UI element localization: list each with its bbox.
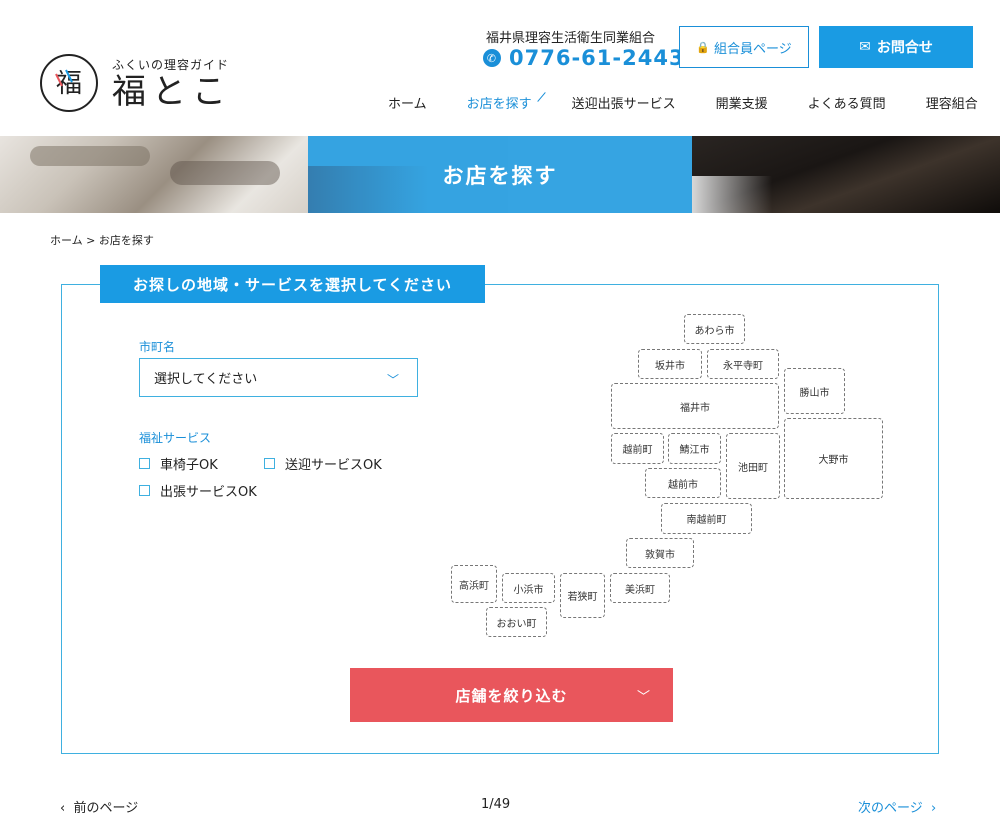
hero-banner: お店を探す <box>0 136 1000 213</box>
hero-image-right <box>692 136 1000 213</box>
map-area-minamiechizen[interactable]: 南越前町 <box>661 503 752 534</box>
map-area-mihama[interactable]: 美浜町 <box>610 573 670 603</box>
checkbox-label: 車椅子OK <box>160 458 218 473</box>
welfare-label: 福祉サービス <box>139 431 212 445</box>
member-page-label: 組合員ページ <box>713 41 792 57</box>
site-logo[interactable]: 福 ふくいの理容ガイド 福とこ <box>40 54 232 112</box>
city-select-value: 選択してください <box>154 372 258 387</box>
chevron-down-icon: ﹀ <box>386 373 399 387</box>
checkbox-label: 送迎サービスOK <box>285 458 382 473</box>
next-page-link[interactable]: 次のページ › <box>858 797 936 816</box>
nav-home[interactable]: ホーム <box>388 93 427 112</box>
filter-button[interactable]: 店舗を絞り込む ﹀ <box>350 668 673 722</box>
map-area-takahama[interactable]: 高浜町 <box>451 565 497 603</box>
prev-page-link[interactable]: ‹ 前のページ <box>60 797 138 816</box>
phone-icon: ✆ <box>483 49 501 67</box>
checkbox-box[interactable] <box>139 485 150 496</box>
union-name: 福井県理容生活衛生同業組合 <box>486 31 656 46</box>
map-area-fukui[interactable]: 福井市 <box>611 383 779 429</box>
map-area-tsuruga[interactable]: 敦賀市 <box>626 538 694 568</box>
city-label: 市町名 <box>139 340 176 354</box>
nav-pickup-service[interactable]: 送迎出張サービス <box>572 93 676 112</box>
city-select[interactable]: 選択してください ﹀ <box>139 358 418 397</box>
page-title: お店を探す <box>442 163 558 188</box>
nav-find-shop[interactable]: お店を探す <box>467 93 532 112</box>
checkbox-label: 出張サービスOK <box>160 485 257 500</box>
phone-text: 0776-61-2443 <box>509 46 685 70</box>
global-nav: ホーム お店を探す 送迎出張サービス 開業支援 よくある質問 理容組合 <box>388 93 978 112</box>
checkbox-pickup[interactable]: 送迎サービスOK <box>264 454 382 473</box>
phone-number[interactable]: ✆ 0776-61-2443 <box>483 46 685 70</box>
checkbox-visit[interactable]: 出張サービスOK <box>139 481 257 500</box>
chevron-right-icon: › <box>931 801 937 816</box>
filter-button-label: 店舗を絞り込む <box>455 686 568 705</box>
member-page-button[interactable]: 🔒 組合員ページ <box>679 26 809 68</box>
map-area-ikeda[interactable]: 池田町 <box>726 433 780 499</box>
map-area-obama[interactable]: 小浜市 <box>502 573 555 603</box>
chevron-down-icon: ﹀ <box>636 690 651 705</box>
checkbox-box[interactable] <box>139 458 150 469</box>
hero-image-left <box>0 136 308 213</box>
nav-startup-support[interactable]: 開業支援 <box>716 93 768 112</box>
map-area-echizen-shi[interactable]: 越前市 <box>645 468 721 498</box>
map-area-katsuyama[interactable]: 勝山市 <box>784 368 845 414</box>
lock-icon: 🔒 <box>696 40 710 54</box>
map-area-echizen-cho[interactable]: 越前町 <box>611 433 664 464</box>
map-area-ono[interactable]: 大野市 <box>784 418 883 499</box>
contact-button[interactable]: ✉ お問合せ <box>819 26 973 68</box>
map-area-ohi[interactable]: おおい町 <box>486 607 547 637</box>
logo-title: 福とこ <box>112 71 232 112</box>
map-area-sakai[interactable]: 坂井市 <box>638 349 702 379</box>
nav-faq[interactable]: よくある質問 <box>808 93 886 112</box>
next-page-label: 次のページ <box>858 801 923 816</box>
chevron-left-icon: ‹ <box>60 801 66 816</box>
mail-icon: ✉ <box>859 39 871 55</box>
map-area-eiheiji[interactable]: 永平寺町 <box>707 349 779 379</box>
logo-subtitle: ふくいの理容ガイド <box>112 57 230 72</box>
map-area-sabae[interactable]: 鯖江市 <box>668 433 721 464</box>
map-area-wakasa[interactable]: 若狭町 <box>560 573 605 618</box>
checkbox-box[interactable] <box>264 458 275 469</box>
search-heading: お探しの地域・サービスを選択してください <box>100 265 485 303</box>
map-area-awara[interactable]: あわら市 <box>684 314 745 344</box>
breadcrumb[interactable]: ホーム > お店を探す <box>50 232 154 248</box>
contact-label: お問合せ <box>876 40 933 56</box>
logo-mark-icon: 福 <box>40 54 98 112</box>
prev-page-label: 前のページ <box>73 801 139 816</box>
checkbox-wheelchair[interactable]: 車椅子OK <box>139 454 218 473</box>
nav-union[interactable]: 理容組合 <box>926 93 978 112</box>
page-number: 1/49 <box>481 797 511 812</box>
